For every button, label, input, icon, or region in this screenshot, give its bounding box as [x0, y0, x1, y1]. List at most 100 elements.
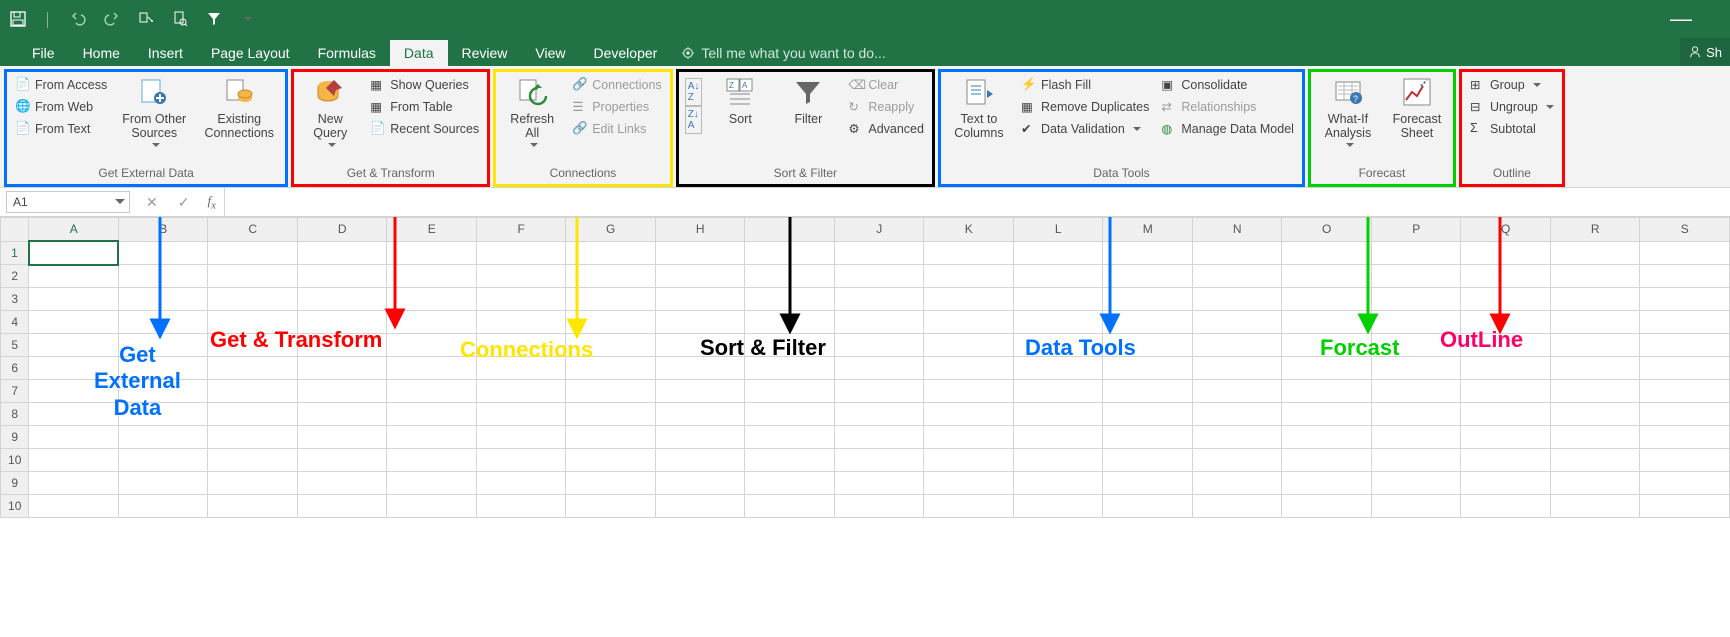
cell-J9[interactable] [834, 426, 924, 449]
cell-P3[interactable] [1371, 288, 1461, 311]
col-header-A[interactable]: A [29, 218, 119, 242]
cell-L9[interactable] [1013, 426, 1103, 449]
cell-A7[interactable] [29, 380, 119, 403]
row-header-4[interactable]: 4 [1, 311, 29, 334]
cell-A6[interactable] [29, 357, 119, 380]
cell-G10[interactable] [566, 449, 656, 472]
cell-F5[interactable] [476, 334, 566, 357]
cell-A5[interactable] [29, 334, 119, 357]
cell-B6[interactable] [118, 357, 208, 380]
cell-M6[interactable] [1103, 357, 1193, 380]
cell-G2[interactable] [566, 265, 656, 288]
cell-S10[interactable] [1640, 495, 1730, 518]
cell-F8[interactable] [476, 403, 566, 426]
cell-A9[interactable] [29, 472, 119, 495]
cell-F2[interactable] [476, 265, 566, 288]
from-web-button[interactable]: 🌐From Web [11, 96, 111, 118]
cell-D8[interactable] [297, 403, 387, 426]
cell-D10[interactable] [297, 495, 387, 518]
cell-H10[interactable] [655, 495, 745, 518]
cell-C10[interactable] [208, 449, 298, 472]
cell-R10[interactable] [1550, 495, 1640, 518]
cell-Q6[interactable] [1461, 357, 1551, 380]
row-header-5[interactable]: 5 [1, 334, 29, 357]
sort-asc-button[interactable]: A↓Z [685, 78, 703, 106]
cell-S9[interactable] [1640, 426, 1730, 449]
cell-R3[interactable] [1550, 288, 1640, 311]
cell-B10[interactable] [118, 449, 208, 472]
new-query-button[interactable]: New Query [298, 74, 362, 151]
cell-C6[interactable] [208, 357, 298, 380]
filter-button[interactable]: Filter [776, 74, 840, 128]
cell-R4[interactable] [1550, 311, 1640, 334]
cell-F7[interactable] [476, 380, 566, 403]
cell-F10[interactable] [476, 495, 566, 518]
from-table-button[interactable]: ▦From Table [366, 96, 483, 118]
cell-D10[interactable] [297, 449, 387, 472]
undo-icon[interactable] [70, 11, 86, 27]
from-text-button[interactable]: 📄From Text [11, 118, 111, 140]
cell-R2[interactable] [1550, 265, 1640, 288]
cell-O9[interactable] [1282, 472, 1372, 495]
cell-J4[interactable] [834, 311, 924, 334]
cell-B5[interactable] [118, 334, 208, 357]
cell-C4[interactable] [208, 311, 298, 334]
cell-Q2[interactable] [1461, 265, 1551, 288]
cell-P7[interactable] [1371, 380, 1461, 403]
cell-I6[interactable] [745, 357, 835, 380]
cell-A1[interactable] [29, 241, 119, 265]
cell-S3[interactable] [1640, 288, 1730, 311]
cell-Q4[interactable] [1461, 311, 1551, 334]
cell-N10[interactable] [1192, 495, 1282, 518]
cell-O7[interactable] [1282, 380, 1372, 403]
connections-button[interactable]: 🔗Connections [568, 74, 666, 96]
tab-page-layout[interactable]: Page Layout [197, 40, 304, 66]
cell-G9[interactable] [566, 472, 656, 495]
cell-C2[interactable] [208, 265, 298, 288]
cell-N1[interactable] [1192, 241, 1282, 265]
show-queries-button[interactable]: ▦Show Queries [366, 74, 483, 96]
cell-M10[interactable] [1103, 449, 1193, 472]
cell-I2[interactable] [745, 265, 835, 288]
remove-duplicates-button[interactable]: ▦Remove Duplicates [1017, 96, 1153, 118]
cell-K5[interactable] [924, 334, 1014, 357]
tab-review[interactable]: Review [448, 40, 522, 66]
cell-H8[interactable] [655, 403, 745, 426]
cell-R7[interactable] [1550, 380, 1640, 403]
cell-Q9[interactable] [1461, 472, 1551, 495]
cell-P6[interactable] [1371, 357, 1461, 380]
cell-L1[interactable] [1013, 241, 1103, 265]
cell-G6[interactable] [566, 357, 656, 380]
text-to-columns-button[interactable]: Text to Columns [945, 74, 1013, 143]
cell-K6[interactable] [924, 357, 1014, 380]
cell-B8[interactable] [118, 403, 208, 426]
cell-I10[interactable] [745, 495, 835, 518]
cell-F1[interactable] [476, 241, 566, 265]
cell-E7[interactable] [387, 380, 477, 403]
cell-F9[interactable] [476, 472, 566, 495]
cell-M1[interactable] [1103, 241, 1193, 265]
cell-M5[interactable] [1103, 334, 1193, 357]
cell-J6[interactable] [834, 357, 924, 380]
cell-L6[interactable] [1013, 357, 1103, 380]
filter-icon[interactable] [206, 11, 222, 27]
from-other-sources-button[interactable]: From Other Sources [115, 74, 193, 151]
group-button[interactable]: ⊞Group [1466, 74, 1558, 96]
tell-me-search[interactable]: Tell me what you want to do... [671, 40, 895, 66]
cell-R9[interactable] [1550, 472, 1640, 495]
cell-I5[interactable] [745, 334, 835, 357]
cell-B3[interactable] [118, 288, 208, 311]
cell-B7[interactable] [118, 380, 208, 403]
fx-icon[interactable]: fx [199, 193, 215, 212]
cell-S4[interactable] [1640, 311, 1730, 334]
cell-O10[interactable] [1282, 495, 1372, 518]
cell-S1[interactable] [1640, 241, 1730, 265]
cell-P2[interactable] [1371, 265, 1461, 288]
cell-Q9[interactable] [1461, 426, 1551, 449]
cell-B9[interactable] [118, 472, 208, 495]
row-header-3[interactable]: 3 [1, 288, 29, 311]
cell-N5[interactable] [1192, 334, 1282, 357]
cell-C8[interactable] [208, 403, 298, 426]
cell-F3[interactable] [476, 288, 566, 311]
cell-P5[interactable] [1371, 334, 1461, 357]
